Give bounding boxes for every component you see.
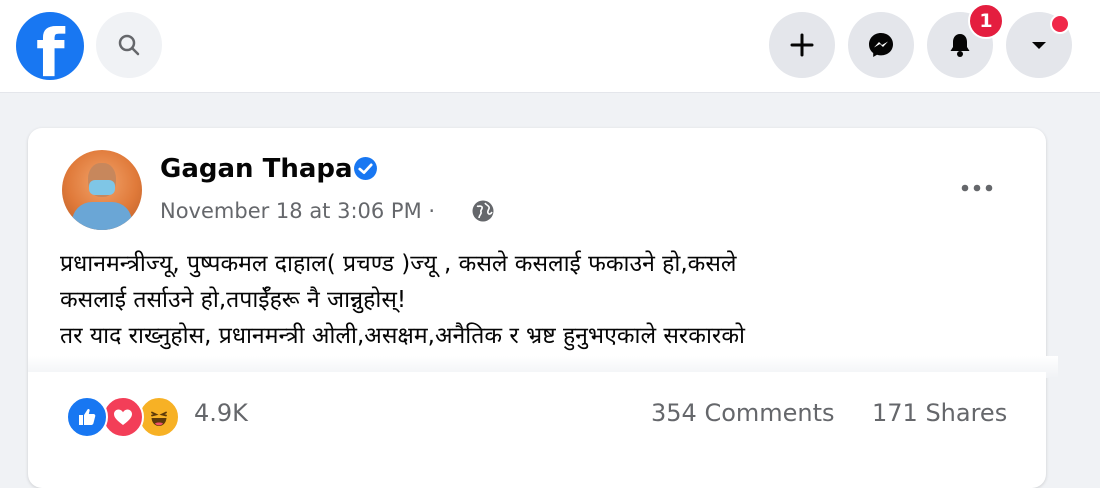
haha-reaction-icon — [138, 396, 180, 438]
notification-badge: 1 — [968, 3, 1004, 39]
post-text-line: कसलाई तर्साउने हो,तपाईँहरू नै जान्नुहोस्… — [60, 287, 407, 313]
search-button[interactable] — [96, 12, 162, 78]
author-name[interactable]: Gagan Thapa — [160, 152, 353, 186]
caret-down-icon — [1032, 42, 1046, 49]
comments-count[interactable]: 354 Comments — [651, 399, 835, 427]
globe-icon[interactable] — [471, 199, 495, 223]
bell-icon — [950, 34, 970, 57]
post-text-line: प्रधानमन्त्रीज्यू, पुष्पकमल दाहाल( प्रचण… — [60, 251, 737, 277]
shares-count[interactable]: 171 Shares — [872, 399, 1007, 427]
top-navigation-bar: f 1 — [0, 0, 1100, 93]
like-reaction-icon — [66, 396, 108, 438]
facebook-logo[interactable]: f — [16, 12, 84, 80]
messenger-button[interactable] — [848, 12, 914, 78]
more-icon[interactable] — [957, 178, 997, 198]
create-button[interactable] — [769, 12, 835, 78]
search-icon — [118, 34, 140, 56]
meta-separator: · — [428, 199, 436, 223]
plus-icon — [790, 33, 814, 57]
messenger-icon — [869, 33, 893, 57]
post-meta: November 18 at 3:06 PM · — [160, 196, 435, 226]
verified-icon — [354, 157, 377, 180]
post-text: प्रधानमन्त्रीज्यू, पुष्पकमल दाहाल( प्रचण… — [60, 246, 1050, 354]
post-timestamp[interactable]: November 18 at 3:06 PM — [160, 199, 422, 223]
reactions-count[interactable]: 4.9K — [194, 399, 248, 427]
post-text-line: तर याद राख्नुहोस, प्रधानमन्त्री ओली,असक्… — [60, 323, 745, 349]
facebook-logo-letter: f — [36, 15, 65, 80]
unread-dot — [1050, 14, 1070, 34]
reactions-summary[interactable] — [66, 396, 186, 438]
author-avatar[interactable] — [62, 150, 142, 230]
love-reaction-icon — [102, 396, 144, 438]
